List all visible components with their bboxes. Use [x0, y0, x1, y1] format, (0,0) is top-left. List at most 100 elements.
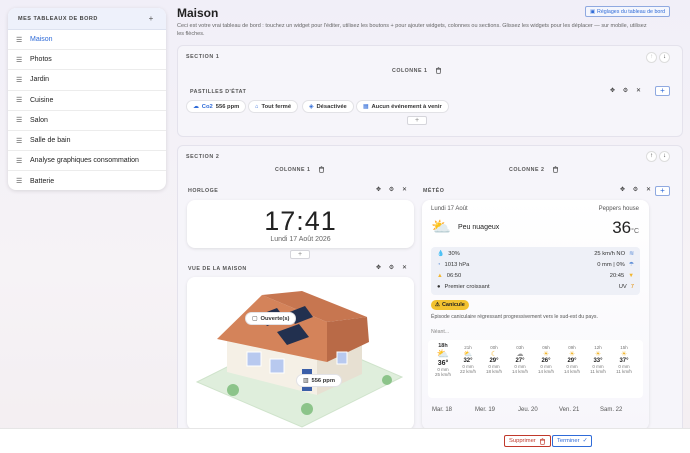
cloud-icon: ☁ [516, 351, 524, 358]
column-header: COLONNE 1 [275, 166, 325, 173]
column-title: COLONNE 1 [392, 67, 428, 74]
close-icon[interactable]: ✕ [400, 186, 409, 195]
forecast-hour: 06h ☀ 26° 0 mm 14 km/h [535, 345, 557, 374]
drag-handle-icon[interactable]: ☰ [16, 96, 25, 104]
uv-row: UV 7 [619, 284, 634, 290]
sidebar-item-maison[interactable]: ☰ Maison [8, 30, 166, 51]
moon-icon: ☾ [490, 351, 498, 358]
hour-wind: 25 km/h [434, 372, 451, 377]
column-header: COLONNE 1 [392, 67, 442, 74]
trash-icon[interactable] [552, 166, 559, 173]
widget-label: PASTILLES D'ÉTAT [190, 89, 247, 95]
sidebar-item-photos[interactable]: ☰ Photos [8, 50, 166, 71]
shield-icon: ◈ [309, 103, 314, 110]
weather-widget[interactable]: Lundi 17 Août Peppers house ⛅ Peu nuageu… [422, 200, 649, 430]
drag-handle-icon[interactable]: ☰ [16, 76, 25, 84]
clock-time: 17:41 [264, 206, 337, 236]
move-icon[interactable]: ✥ [374, 264, 383, 273]
add-widget-inline-button[interactable]: + [290, 250, 310, 259]
add-widget-button[interactable]: + [655, 86, 670, 96]
status-pill-doors[interactable]: ⌂ Tout fermé [248, 100, 299, 113]
humidity-icon: 💧 [437, 251, 445, 257]
delete-button[interactable]: Supprimer [504, 435, 551, 447]
drag-handle-icon[interactable]: ☰ [16, 137, 25, 145]
house-view-widget[interactable]: ▢ Ouverte(s) ▥ 556 ppm [187, 277, 414, 430]
sunset-row: 20:45 ▼ [610, 273, 634, 279]
weather-details: 💧 30% 25 km/h NO ≋ ◔ 1013 hPa 0 mm | 0% ☂ ▲ 0… [431, 247, 640, 295]
pressure-row: ◔ 1013 hPa [437, 262, 469, 268]
column-title: COLONNE 1 [275, 166, 311, 173]
add-dashboard-button[interactable]: + [146, 14, 156, 24]
sidebar-item-salon[interactable]: ☰ Salon [8, 111, 166, 131]
sidebar-item-analyse[interactable]: ☰ Analyse graphiques consommation [8, 151, 166, 172]
move-up-button[interactable]: ↑ [646, 151, 657, 162]
widget-label: MÉTÉO [423, 188, 445, 194]
section-1: SECTION 1 ↑ ↓ COLONNE 1 PASTILLES D'ÉTAT… [177, 45, 683, 137]
sidebar-header: MES TABLEAUX DE BORD + [8, 8, 166, 30]
day-label: Mer. 19 [475, 407, 496, 413]
move-icon[interactable]: ✥ [618, 186, 627, 195]
drag-handle-icon[interactable]: ☰ [16, 116, 25, 124]
door-icon: ▢ [252, 315, 258, 322]
close-icon[interactable]: ✕ [400, 264, 409, 273]
gear-icon[interactable]: ⚙ [621, 87, 630, 96]
add-widget-button[interactable]: + [655, 186, 670, 196]
temp-unit: °C [631, 228, 639, 235]
trash-icon[interactable] [318, 166, 325, 173]
status-pill-co2[interactable]: ☁ Co2 556 ppm [186, 100, 247, 113]
co2-badge[interactable]: ▥ 556 ppm [296, 374, 343, 387]
gear-icon[interactable]: ⚙ [387, 264, 396, 273]
alert-badge[interactable]: ⚠ Canicule [431, 300, 469, 310]
close-icon[interactable]: ✕ [634, 87, 643, 96]
done-button[interactable]: Terminer ✓ [552, 435, 593, 447]
forecast-hour: 12h ☀ 33° 0 mm 11 km/h [587, 345, 609, 374]
trash-icon[interactable] [435, 67, 442, 74]
done-label: Terminer [557, 438, 580, 444]
move-up-button[interactable]: ↑ [646, 52, 657, 63]
move-down-button[interactable]: ↓ [659, 151, 670, 162]
sidebar-item-cuisine[interactable]: ☰ Cuisine [8, 91, 166, 111]
gear-icon[interactable]: ⚙ [631, 186, 640, 195]
drag-handle-icon[interactable]: ☰ [16, 56, 25, 64]
sidebar-item-batterie[interactable]: ☰ Batterie [8, 171, 166, 190]
move-icon[interactable]: ✥ [608, 87, 617, 96]
status-pill-calendar[interactable]: ▦ Aucun événement à venir [356, 100, 449, 113]
alert-more: Néant... [431, 329, 450, 335]
humidity-value: 30% [448, 251, 460, 257]
drag-handle-icon[interactable]: ☰ [16, 36, 25, 44]
wind-row: 25 km/h NO ≋ [594, 251, 634, 257]
gear-icon[interactable]: ⚙ [387, 186, 396, 195]
close-icon[interactable]: ✕ [644, 186, 653, 195]
humidity-row: 💧 30% [437, 251, 460, 257]
drag-handle-icon[interactable]: ☰ [16, 177, 25, 185]
settings-label: Réglages du tableau de bord [597, 8, 666, 15]
sidebar-item-jardin[interactable]: ☰ Jardin [8, 70, 166, 91]
settings-icon: ▣ [590, 8, 596, 15]
dashboard-settings-button[interactable]: ▣ Réglages du tableau de bord [585, 6, 671, 17]
sunset-value: 20:45 [609, 273, 625, 279]
drag-handle-icon[interactable]: ☰ [16, 157, 25, 165]
alert-label: Canicule [441, 302, 465, 308]
hour-wind: 22 km/h [459, 369, 476, 374]
column-title: COLONNE 2 [509, 166, 545, 173]
sidebar-item-salle-de-bain[interactable]: ☰ Salle de bain [8, 131, 166, 152]
weather-condition: Peu nuageux [458, 224, 500, 231]
delete-label: Supprimer [509, 438, 536, 444]
sidebar-item-label: Cuisine [30, 96, 54, 104]
add-widget-inline-button[interactable]: + [407, 116, 427, 125]
sidebar-item-label: Photos [30, 56, 52, 64]
moon-icon: ● [437, 284, 441, 290]
co2-icon: ☁ [193, 103, 199, 110]
check-icon: ✓ [582, 438, 588, 444]
clock-widget[interactable]: 17:41 Lundi 17 Août 2026 [187, 200, 414, 248]
doors-open-badge[interactable]: ▢ Ouverte(s) [245, 312, 297, 325]
moon-row: ● Premier croissant [437, 284, 490, 290]
section-2: SECTION 2 ↑ ↓ COLONNE 1 COLONNE 2 HORLOG… [177, 145, 683, 435]
weather-date: Lundi 17 Août [431, 206, 468, 212]
intro-text: Ceci est votre vrai tableau de bord : to… [177, 23, 647, 37]
pill-value: 556 ppm [215, 103, 240, 110]
temp-value: 36 [612, 218, 632, 237]
status-pill-alarm[interactable]: ◈ Désactivée [302, 100, 354, 113]
move-down-button[interactable]: ↓ [659, 52, 670, 63]
move-icon[interactable]: ✥ [374, 186, 383, 195]
